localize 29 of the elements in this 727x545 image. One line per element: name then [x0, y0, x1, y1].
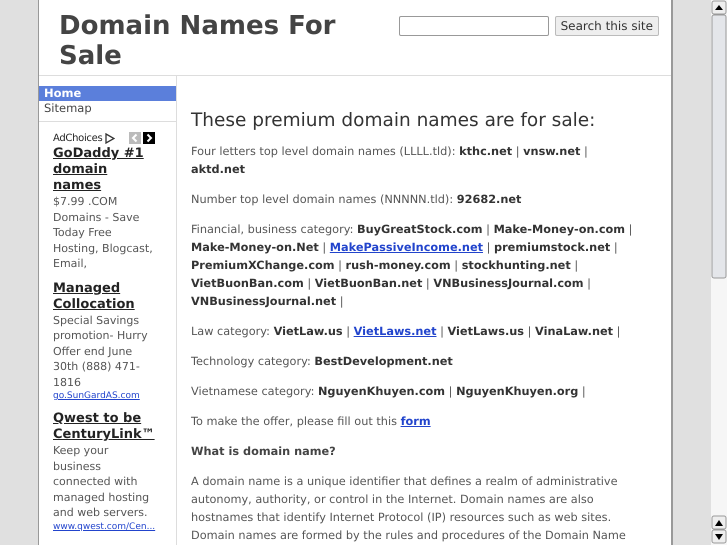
paragraph: Law category: VietLaw.us | VietLaws.net | VietLaws.us | VinaLaw.net | [191, 324, 622, 340]
paragraph: To make the offer, please fill out this form [191, 414, 432, 430]
search-field[interactable] [398, 16, 549, 36]
site-title: Domain Names For Sale [59, 11, 337, 71]
paragraph: Technology category: BestDevelopment.net [191, 354, 454, 370]
ad-url-link[interactable]: www.qwest.com/Cen... [53, 520, 154, 532]
search-button[interactable]: Search this site [554, 16, 659, 36]
ad-text: Special Savings promotion- Hurry Offer end June 30th (888) 471-1816 [53, 312, 149, 390]
scrollbar-drawing[interactable] [711, 0, 727, 545]
domain-link[interactable]: MakePassiveIncome.net [330, 241, 484, 254]
paragraph: Four letters top level domain names (LLLL.tld): kthc.net | vnsw.net | aktd.net [191, 144, 589, 178]
section-subheading: What is domain name? [191, 444, 337, 460]
adchoices-label[interactable]: AdChoices [53, 132, 102, 144]
paragraph: Financial, business category: BuyGreatStock.com | Make-Money-on.com | Make-Money-on.Net | MakePassiveIncome.net | premiumstock.net | PremiumXChange.com | rush-money.com | stockhunting.net | VietBuonBan.com | VietBuonBan.net | VNBusinessJournal.com | VNBusinessJournal.net | [191, 222, 634, 310]
paragraph: Number top level domain names (NNNNN.tld): 92682.net [191, 192, 522, 208]
ad-text: Keep your business connected with managed hosting and web servers. [53, 443, 150, 520]
ad-title-link[interactable]: Managed Collocation [53, 280, 154, 312]
play-triangle-icon[interactable] [105, 132, 116, 144]
page-heading: These premium domain names are for sale: [191, 110, 596, 131]
ad-title-link[interactable]: Qwest to be CenturyLink™ [53, 411, 154, 443]
nav-link[interactable]: Sitemap [39, 101, 176, 116]
ad-text: $7.99 .COM Domains - Save Today Free Hosting, Blogcast, Email, [53, 194, 154, 272]
nav-link[interactable]: Home [39, 86, 176, 101]
domain-link[interactable]: VietLaws.net [354, 325, 436, 338]
ad-url-link[interactable]: go.SunGardAS.com [53, 390, 154, 402]
domain-link[interactable]: form [400, 415, 431, 428]
ad-title-link[interactable]: GoDaddy #1 domain names [53, 146, 154, 194]
paragraph: A domain name is a unique identifier that defines a realm of administrative autonomy, authority, or control in the Internet. Domain names are also hostnames that identify Internet Protocol (IP) resources such as web sites. Domain names are formed by the rules and procedures of the Domain Name [191, 474, 627, 544]
paragraph: Vietnamese category: NguyenKhuyen.com | NguyenKhuyen.org | [191, 384, 587, 400]
